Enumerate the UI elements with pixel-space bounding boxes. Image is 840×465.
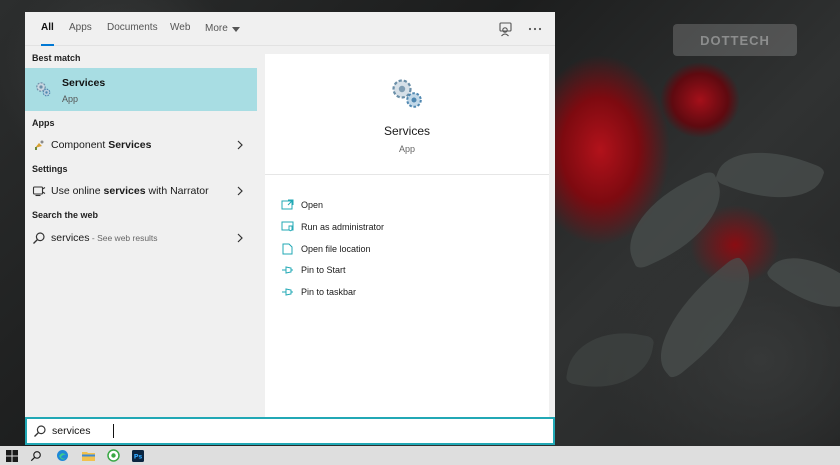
narrator-icon [32,186,46,197]
details-title: Services [383,124,430,138]
result-label: Component Services [51,139,152,151]
action-label: Pin to taskbar [301,287,357,297]
action-open-file-location[interactable]: Open file location [281,241,531,259]
search-box[interactable]: services [25,417,555,445]
search-icon [34,425,46,437]
chevron-right-icon[interactable] [236,140,244,150]
services-gear-icon [392,79,422,108]
search-tabs: All Apps Documents Web More [25,12,555,46]
tab-more[interactable]: More [205,12,240,46]
green-app-icon[interactable] [101,446,125,465]
start-search-panel: All Apps Documents Web More Best match S… [25,12,555,417]
search-icon[interactable] [24,446,48,465]
pin-icon [282,266,293,274]
services-gear-icon [36,82,51,97]
section-settings: Settings [32,164,68,174]
text-cursor [113,424,114,438]
chevron-right-icon[interactable] [236,186,244,196]
wallpaper-leaf [714,134,826,216]
open-icon [281,199,294,210]
details-type: App [398,144,415,154]
section-apps: Apps [32,118,55,128]
feedback-icon[interactable] [497,20,515,38]
result-web-search[interactable]: services - See web results [25,226,257,250]
best-match-result[interactable]: Services App [25,68,257,111]
windows-start-icon[interactable] [0,446,24,465]
tab-web[interactable]: Web [170,12,190,46]
best-match-title: Services [62,77,106,89]
watermark-logo: DOTTECH [673,24,797,56]
action-pin-to-start[interactable]: Pin to Start [281,262,531,280]
photoshop-icon[interactable]: Ps [126,446,150,465]
chevron-down-icon [231,26,240,32]
action-label: Open [301,200,324,210]
file-explorer-icon[interactable] [76,446,100,465]
edge-icon[interactable] [50,446,74,465]
result-narrator-services[interactable]: Use online services with Narrator [25,179,257,203]
search-results-list: Best match Services App Apps Component S… [25,46,257,417]
result-label: Use online services with Narrator [51,185,209,197]
section-search-web: Search the web [32,210,99,220]
wallpaper-leaf [612,169,738,271]
search-icon [33,232,45,244]
action-open[interactable]: Open [281,197,531,215]
best-match-subtitle: App [62,94,79,104]
more-options-icon[interactable] [526,20,544,38]
action-run-as-admin[interactable]: Run as administrator [281,219,531,237]
shield-icon [281,221,294,232]
section-best-match: Best match [32,53,81,63]
file-location-icon [282,243,293,255]
tab-apps[interactable]: Apps [69,12,92,46]
search-input[interactable]: services [52,425,91,437]
action-label: Open file location [301,244,371,254]
svg-text:Ps: Ps [134,452,143,460]
tab-all[interactable]: All [41,12,54,46]
result-details-pane: Services App Open Run as administrator O… [265,54,549,417]
pin-icon [282,288,293,296]
wallpaper-leaf [565,323,655,397]
action-label: Pin to Start [301,265,346,275]
wallpaper-leaf [637,254,773,381]
result-component-services[interactable]: Component Services [25,133,257,157]
component-services-icon [35,140,44,150]
taskbar: Ps [0,446,840,465]
result-label: services - See web results [51,232,158,244]
tab-more-label: More [205,23,228,34]
divider [265,174,549,175]
chevron-right-icon[interactable] [236,233,244,243]
wallpaper-leaf [765,238,840,327]
tab-documents[interactable]: Documents [107,12,158,46]
action-label: Run as administrator [301,222,385,232]
action-pin-to-taskbar[interactable]: Pin to taskbar [281,284,531,302]
